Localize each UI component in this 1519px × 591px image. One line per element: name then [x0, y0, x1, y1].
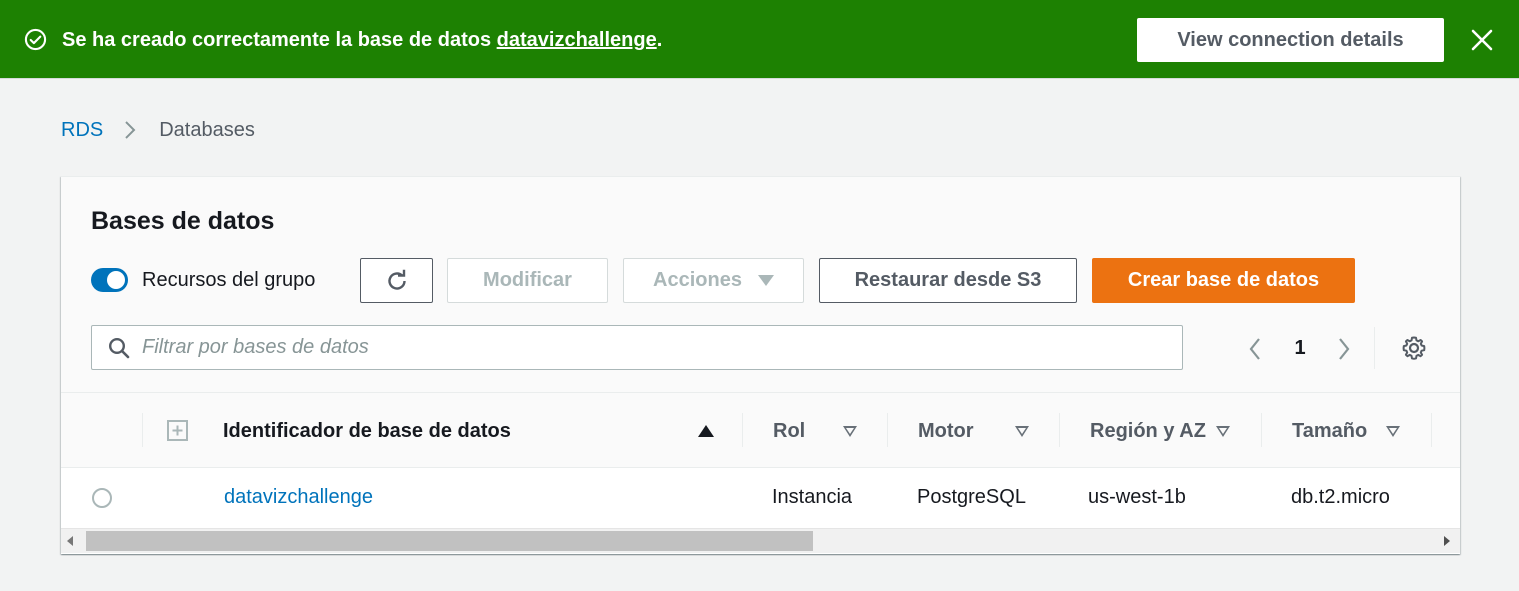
column-header-engine[interactable]: Motor: [918, 418, 974, 444]
panel-title: Bases de datos: [91, 207, 275, 235]
column-divider: [887, 413, 888, 447]
column-divider: [142, 413, 143, 447]
column-divider: [1059, 413, 1060, 447]
scroll-right-arrow-icon[interactable]: [1444, 536, 1450, 546]
gear-icon[interactable]: [1401, 335, 1427, 361]
scroll-left-arrow-icon[interactable]: [67, 536, 73, 546]
column-divider: [1431, 413, 1432, 447]
current-page-number[interactable]: 1: [1291, 337, 1309, 360]
flash-message-suffix: .: [656, 29, 663, 51]
panel-header: Bases de datos Recursos del grupo Modifi…: [61, 177, 1460, 393]
refresh-button[interactable]: [360, 258, 433, 303]
view-connection-details-button[interactable]: View connection details: [1137, 18, 1444, 62]
chevron-right-icon: [125, 121, 136, 139]
check-circle-icon: [24, 28, 47, 51]
actions-dropdown-button[interactable]: Acciones: [623, 258, 804, 303]
expand-all-icon[interactable]: [167, 420, 188, 441]
cell-region-az: us-west-1b: [1088, 486, 1186, 508]
table-row[interactable]: datavizchallenge Instancia PostgreSQL us…: [61, 468, 1460, 526]
cell-engine: PostgreSQL: [917, 486, 1026, 508]
cell-size: db.t2.micro: [1291, 486, 1390, 508]
flash-db-link[interactable]: datavizchallenge: [497, 29, 657, 51]
sort-icon[interactable]: [1386, 426, 1400, 437]
column-header-role[interactable]: Rol: [773, 418, 805, 444]
flash-message: Se ha creado correctamente la base de da…: [62, 28, 662, 52]
scrollbar-thumb[interactable]: [86, 531, 813, 551]
group-resources-toggle[interactable]: [91, 268, 128, 292]
restore-from-s3-button[interactable]: Restaurar desde S3: [819, 258, 1077, 303]
next-page-icon[interactable]: [1334, 335, 1354, 363]
breadcrumb: RDS Databases: [61, 118, 255, 142]
sort-icon[interactable]: [1216, 426, 1230, 437]
column-header-size[interactable]: Tamaño: [1292, 418, 1367, 444]
sort-icon[interactable]: [843, 426, 857, 437]
column-header-region-az[interactable]: Región y AZ: [1090, 418, 1206, 444]
column-header-identifier[interactable]: Identificador de base de datos: [223, 418, 511, 444]
breadcrumb-current: Databases: [159, 118, 255, 141]
previous-page-icon[interactable]: [1245, 335, 1265, 363]
db-identifier-link[interactable]: datavizchallenge: [224, 486, 373, 509]
modify-button[interactable]: Modificar: [447, 258, 608, 303]
create-database-button[interactable]: Crear base de datos: [1092, 258, 1355, 303]
table-header: Identificador de base de datos Rol Motor…: [61, 393, 1460, 468]
cell-role: Instancia: [772, 486, 853, 508]
row-select-radio[interactable]: [92, 488, 112, 508]
sort-ascending-icon[interactable]: [698, 425, 714, 437]
search-field[interactable]: [91, 325, 1183, 370]
actions-label: Acciones: [653, 269, 742, 291]
breadcrumb-rds-link[interactable]: RDS: [61, 119, 103, 142]
search-input[interactable]: [142, 326, 1172, 369]
databases-panel: Bases de datos Recursos del grupo Modifi…: [61, 176, 1460, 554]
column-divider: [1261, 413, 1262, 447]
refresh-icon: [387, 269, 406, 290]
group-resources-label: Recursos del grupo: [142, 269, 316, 291]
flash-message-prefix: Se ha creado correctamente la base de da…: [62, 29, 497, 51]
column-divider: [742, 413, 743, 447]
caret-down-icon: [757, 275, 774, 286]
sort-icon[interactable]: [1015, 426, 1029, 437]
success-flash-banner: Se ha creado correctamente la base de da…: [0, 0, 1519, 79]
pagination-divider: [1374, 327, 1375, 369]
horizontal-scrollbar[interactable]: [61, 528, 1460, 553]
close-icon[interactable]: [1468, 26, 1496, 54]
search-icon: [108, 337, 130, 359]
